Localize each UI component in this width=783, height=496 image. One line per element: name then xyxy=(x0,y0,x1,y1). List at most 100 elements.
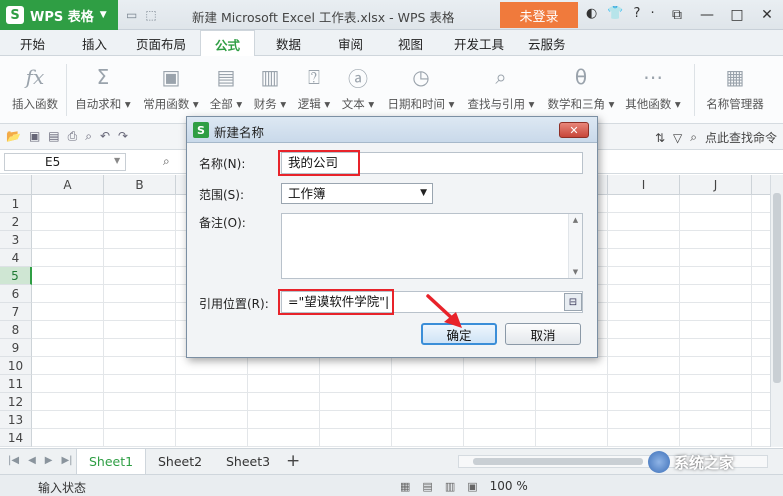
comment-textarea[interactable]: ▲ ▼ xyxy=(281,213,583,279)
help-icon[interactable]: ? xyxy=(634,6,641,21)
normal-view-icon[interactable]: ▦ xyxy=(400,480,410,493)
tab-cloud[interactable]: 云服务 xyxy=(528,34,566,53)
add-sheet-button[interactable]: + xyxy=(286,451,300,471)
grid-line xyxy=(32,410,770,411)
row-header[interactable]: 3 xyxy=(0,231,32,249)
collapse-dialog-icon[interactable]: ⊟ xyxy=(564,293,582,311)
math-trig-button[interactable]: θ 数学和三角 ▾ xyxy=(544,62,618,118)
prev-sheet-icon[interactable]: ◀ xyxy=(28,455,36,466)
tab-formulas[interactable]: 公式 xyxy=(200,30,256,57)
finance-icon: ▥ xyxy=(260,65,280,89)
auto-sum-button[interactable]: Σ 自动求和 ▾ xyxy=(72,62,134,118)
select-all-corner[interactable] xyxy=(0,175,32,195)
row-header[interactable]: 4 xyxy=(0,249,32,267)
next-sheet-icon[interactable]: ▶ xyxy=(45,455,53,466)
skin-icon[interactable]: ◐ xyxy=(586,6,597,21)
export-pdf-icon[interactable]: ▤ xyxy=(48,129,59,144)
app-menu-button[interactable]: S WPS 表格 ▼ xyxy=(0,0,118,30)
page-break-icon[interactable]: ▥ xyxy=(445,480,455,493)
sheet-tab-sheet1[interactable]: Sheet1 xyxy=(76,449,147,474)
scope-label: 范围(S): xyxy=(199,188,245,202)
minimize-icon[interactable]: — xyxy=(692,0,722,30)
scroll-thumb[interactable] xyxy=(773,193,781,383)
sort-icon[interactable]: ⇅ xyxy=(655,131,665,145)
restore-icon[interactable]: ⧉ xyxy=(662,0,692,30)
tab-developer[interactable]: 开发工具 xyxy=(454,34,504,53)
column-header[interactable]: A xyxy=(32,175,104,195)
doc-icon: ▤ xyxy=(216,65,236,89)
logical-button[interactable]: ⍰ 逻辑 ▾ xyxy=(294,62,334,118)
text-button[interactable]: ⓐ 文本 ▾ xyxy=(338,62,378,118)
preview-icon[interactable]: ⌕ xyxy=(85,129,92,144)
grid-line xyxy=(32,392,770,393)
row-header[interactable]: 14 xyxy=(0,429,32,447)
sheet-tab-sheet3[interactable]: Sheet3 xyxy=(214,449,282,474)
more-icon[interactable]: · xyxy=(650,6,654,21)
scroll-up-icon[interactable]: ▲ xyxy=(573,216,578,224)
row-header[interactable]: 13 xyxy=(0,411,32,429)
row-header[interactable]: 1 xyxy=(0,195,32,213)
dialog-title-bar[interactable]: S 新建名称 ✕ xyxy=(187,117,597,143)
name-field[interactable]: 我的公司 xyxy=(281,152,583,174)
first-sheet-icon[interactable]: |◀ xyxy=(8,455,19,466)
textarea-scrollbar[interactable]: ▲ ▼ xyxy=(568,214,582,278)
name-box[interactable]: E5 xyxy=(4,153,126,171)
grid-line xyxy=(32,428,770,429)
row-header[interactable]: 2 xyxy=(0,213,32,231)
column-header[interactable]: I xyxy=(608,175,680,195)
insert-function-button[interactable]: fx 插入函数 xyxy=(8,62,62,118)
row-header[interactable]: 11 xyxy=(0,375,32,393)
doc-tab-icon[interactable]: ▭ xyxy=(126,8,137,22)
column-header[interactable]: B xyxy=(104,175,176,195)
scroll-thumb[interactable] xyxy=(473,458,643,465)
zoom-icon[interactable]: ⌕ xyxy=(163,154,170,169)
undo-icon[interactable]: ↶ xyxy=(100,129,110,144)
search-command-button[interactable]: 点此查找命令 xyxy=(705,129,777,146)
open-icon[interactable]: 📂 xyxy=(6,129,21,144)
tab-data[interactable]: 数据 xyxy=(276,34,301,53)
filter-icon[interactable]: ▽ xyxy=(673,131,682,145)
vertical-scrollbar[interactable] xyxy=(770,175,783,447)
chevron-down-icon[interactable]: ▼ xyxy=(114,156,120,165)
name-manager-button[interactable]: ▦ 名称管理器 xyxy=(702,62,768,118)
redo-icon[interactable]: ↷ xyxy=(118,129,128,144)
lookup-reference-button[interactable]: ⌕ 查找与引用 ▾ xyxy=(464,62,538,118)
sheet-tab-sheet2[interactable]: Sheet2 xyxy=(146,449,214,474)
scroll-down-icon[interactable]: ▼ xyxy=(573,268,578,276)
date-time-button[interactable]: ◷ 日期和时间 ▾ xyxy=(384,62,458,118)
tab-insert[interactable]: 插入 xyxy=(82,34,107,53)
row-header[interactable]: 6 xyxy=(0,285,32,303)
all-functions-button[interactable]: ▤ 全部 ▾ xyxy=(206,62,246,118)
row-header[interactable]: 5 xyxy=(0,267,32,285)
dialog-close-button[interactable]: ✕ xyxy=(559,122,589,138)
tab-view[interactable]: 视图 xyxy=(398,34,423,53)
finance-button[interactable]: ▥ 财务 ▾ xyxy=(250,62,290,118)
tab-page-layout[interactable]: 页面布局 xyxy=(136,34,186,53)
cancel-button[interactable]: 取消 xyxy=(505,323,581,345)
save-icon[interactable]: ▣ xyxy=(29,129,40,144)
print-icon[interactable]: ⎙ xyxy=(68,129,78,144)
grid-line xyxy=(103,195,104,447)
other-functions-button[interactable]: ⋯ 其他函数 ▾ xyxy=(622,62,684,118)
star-doc-icon: ▣ xyxy=(161,65,181,89)
shirt-icon[interactable]: 👕 xyxy=(607,6,623,21)
reading-mode-icon[interactable]: ▣ xyxy=(467,480,477,493)
last-sheet-icon[interactable]: ▶| xyxy=(61,455,72,466)
close-icon[interactable]: ✕ xyxy=(752,0,782,30)
row-header[interactable]: 9 xyxy=(0,339,32,357)
column-header[interactable]: J xyxy=(680,175,752,195)
page-layout-icon[interactable]: ▤ xyxy=(422,480,432,493)
login-button[interactable]: 未登录 xyxy=(500,2,578,28)
row-header[interactable]: 8 xyxy=(0,321,32,339)
tab-review[interactable]: 审阅 xyxy=(338,34,363,53)
row-header[interactable]: 12 xyxy=(0,393,32,411)
row-header[interactable]: 7 xyxy=(0,303,32,321)
new-doc-icon[interactable]: ⬚ xyxy=(145,8,156,22)
tab-home[interactable]: 开始 xyxy=(20,34,45,53)
wps-logo-icon: S xyxy=(6,6,24,24)
scope-select[interactable]: 工作簿 ▼ xyxy=(281,183,433,204)
row-header[interactable]: 10 xyxy=(0,357,32,375)
common-functions-button[interactable]: ▣ 常用函数 ▾ xyxy=(140,62,202,118)
maximize-icon[interactable]: □ xyxy=(722,0,752,30)
zoom-level[interactable]: 100 % xyxy=(490,479,528,493)
